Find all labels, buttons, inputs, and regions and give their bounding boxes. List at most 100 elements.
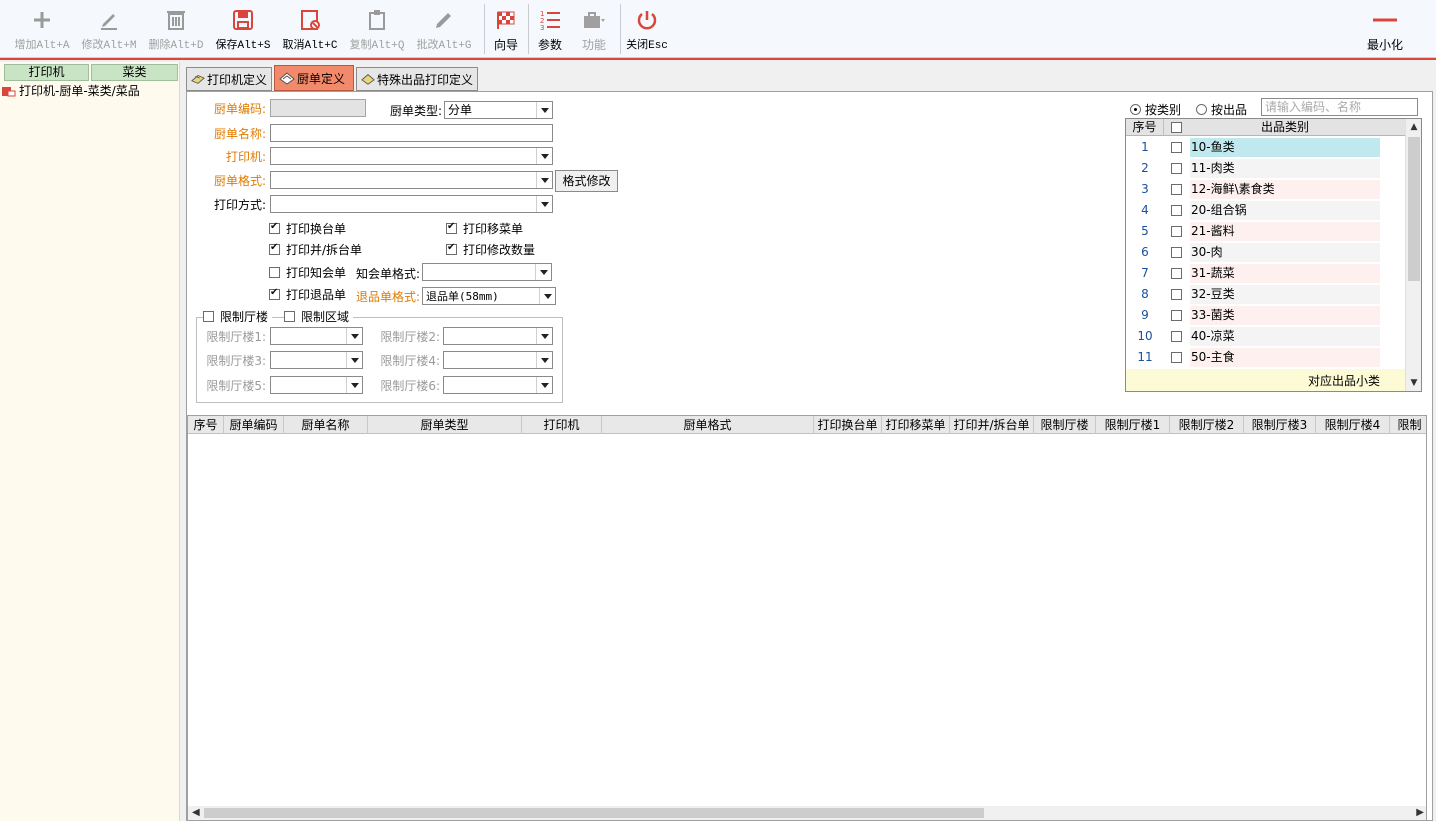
scroll-right-icon[interactable]: ▶	[1416, 807, 1424, 818]
tab-printer-definition[interactable]: 打印机定义	[186, 67, 272, 91]
table-row[interactable]: 11 50-主食	[1126, 347, 1406, 368]
row-checkbox[interactable]	[1171, 352, 1182, 363]
floor5-select[interactable]	[270, 376, 363, 394]
printer-select[interactable]	[270, 147, 553, 165]
column-header[interactable]: 限制厅楼4	[1316, 416, 1390, 434]
scroll-thumb[interactable]	[1408, 137, 1420, 281]
table-row[interactable]: 3 12-海鲜\素食类	[1126, 179, 1406, 200]
floor4-select[interactable]	[443, 351, 553, 369]
row-checkbox[interactable]	[1171, 142, 1182, 153]
code-label: 厨单编码:	[213, 102, 266, 116]
floor1-select[interactable]	[270, 327, 363, 345]
scroll-left-icon[interactable]: ◀	[192, 807, 200, 818]
row-checkbox[interactable]	[1171, 247, 1182, 258]
print-mode-select[interactable]	[270, 195, 553, 213]
edit-button[interactable]: 修改Alt+M	[79, 4, 139, 54]
table-row[interactable]: 8 32-豆类	[1126, 284, 1406, 305]
column-header[interactable]: 厨单类型	[368, 416, 522, 434]
table-row[interactable]: 5 21-酱料	[1126, 221, 1406, 242]
move-dish-checkbox[interactable]: 打印移菜单	[446, 220, 523, 237]
tab-kitchen-definition[interactable]: 厨单定义	[274, 65, 354, 91]
row-number: 8	[1141, 287, 1149, 301]
tree-item-root[interactable]: 打印机-厨单-菜类/菜品	[2, 82, 140, 99]
column-header[interactable]: 打印并/拆台单	[950, 416, 1034, 434]
plus-icon	[34, 12, 50, 28]
table-row[interactable]: 6 30-肉	[1126, 242, 1406, 263]
column-header[interactable]: 厨单名称	[284, 416, 368, 434]
floppy-icon	[233, 10, 253, 30]
notice-checkbox[interactable]: 打印知会单	[269, 264, 346, 281]
row-checkbox[interactable]	[1171, 289, 1182, 300]
delete-button[interactable]: 删除Alt+D	[146, 4, 206, 54]
minimize-button[interactable]: 最小化	[1362, 4, 1408, 54]
format-select[interactable]	[270, 171, 553, 189]
row-checkbox[interactable]	[1171, 163, 1182, 174]
floor6-select[interactable]	[443, 376, 553, 394]
column-header[interactable]: 限制	[1390, 416, 1426, 434]
column-header[interactable]: 限制厅楼1	[1096, 416, 1170, 434]
column-header[interactable]: 厨单编码	[224, 416, 284, 434]
tab-special-print-definition[interactable]: 特殊出品打印定义	[356, 67, 478, 91]
table-row[interactable]: 4 20-组合锅	[1126, 200, 1406, 221]
batch-edit-button[interactable]: 批改Alt+G	[414, 4, 474, 54]
toolbox-icon	[584, 12, 605, 28]
table-row[interactable]: 9 33-菌类	[1126, 305, 1406, 326]
row-checkbox[interactable]	[1171, 184, 1182, 195]
function-button[interactable]: 功能	[574, 4, 614, 54]
name-input[interactable]	[270, 124, 553, 142]
limit-area-checkbox[interactable]: 限制区域	[284, 308, 354, 325]
row-checkbox[interactable]	[1171, 205, 1182, 216]
wizard-button[interactable]: 向导	[488, 4, 524, 54]
select-all-checkbox[interactable]	[1171, 122, 1182, 133]
floor2-select[interactable]	[443, 327, 553, 345]
cancel-button[interactable]: 取消Alt+C	[280, 4, 340, 54]
close-button[interactable]: 关闭Esc	[624, 4, 670, 54]
row-checkbox[interactable]	[1171, 268, 1182, 279]
column-header[interactable]: 打印换台单	[814, 416, 882, 434]
category-grid-header: 序号 出品类别	[1126, 119, 1406, 136]
column-header[interactable]: 打印移菜单	[882, 416, 950, 434]
modify-qty-checkbox[interactable]: 打印修改数量	[446, 241, 535, 258]
type-select[interactable]: 分单	[444, 101, 553, 119]
row-checkbox[interactable]	[1171, 226, 1182, 237]
checkered-flag-icon	[497, 11, 515, 29]
column-header[interactable]: 打印机	[522, 416, 602, 434]
change-table-checkbox[interactable]: 打印换台单	[269, 220, 346, 237]
scroll-down-icon[interactable]: ▼	[1409, 378, 1419, 388]
code-input[interactable]	[270, 99, 366, 117]
copy-button[interactable]: 复制Alt+Q	[347, 4, 407, 54]
params-button[interactable]: 123 参数	[532, 4, 568, 54]
column-header[interactable]: 厨单格式	[602, 416, 814, 434]
category-name: 12-海鲜\素食类	[1190, 180, 1380, 199]
table-row[interactable]: 10 40-凉菜	[1126, 326, 1406, 347]
vertical-scrollbar[interactable]: ▲ ▼	[1405, 119, 1421, 391]
by-item-radio[interactable]: 按出品	[1196, 101, 1247, 118]
row-checkbox[interactable]	[1171, 310, 1182, 321]
return-checkbox[interactable]: 打印退品单	[269, 286, 346, 303]
table-row[interactable]: 1 10-鱼类	[1126, 137, 1406, 158]
by-category-radio[interactable]: 按类别	[1130, 101, 1181, 118]
tab-printer[interactable]: 打印机	[4, 64, 89, 81]
save-button[interactable]: 保存Alt+S	[213, 4, 273, 54]
scroll-thumb[interactable]	[204, 808, 984, 818]
tab-category[interactable]: 菜类	[91, 64, 178, 81]
row-checkbox[interactable]	[1171, 331, 1182, 342]
column-header[interactable]: 限制厅楼	[1034, 416, 1096, 434]
floor3-select[interactable]	[270, 351, 363, 369]
column-header[interactable]: 序号	[188, 416, 224, 434]
table-row[interactable]: 2 11-肉类	[1126, 158, 1406, 179]
clipboard-icon	[369, 10, 385, 30]
scroll-up-icon[interactable]: ▲	[1409, 122, 1419, 132]
return-format-select[interactable]: 退品单(58mm)	[422, 287, 556, 305]
horizontal-scrollbar[interactable]: ◀ ▶	[188, 806, 1426, 820]
format-edit-button[interactable]: 格式修改	[555, 170, 618, 192]
notice-format-select[interactable]	[422, 263, 552, 281]
column-header[interactable]: 限制厅楼2	[1170, 416, 1244, 434]
column-header[interactable]: 限制厅楼3	[1244, 416, 1316, 434]
limit-floor-checkbox[interactable]: 限制厅楼	[203, 308, 273, 325]
add-button[interactable]: 增加Alt+A	[12, 4, 72, 54]
search-input[interactable]: 请输入编码、名称	[1261, 98, 1418, 116]
checkbox-box	[446, 221, 457, 234]
merge-split-checkbox[interactable]: 打印并/拆台单	[269, 241, 362, 258]
table-row[interactable]: 7 31-蔬菜	[1126, 263, 1406, 284]
